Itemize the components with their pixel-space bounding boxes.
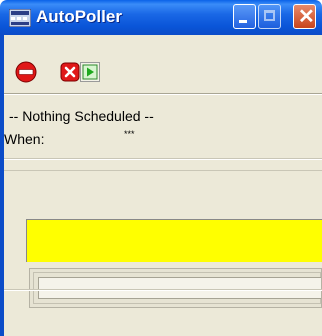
toolbar (4, 35, 322, 93)
client-area: -- Nothing Scheduled -- When: *** (4, 35, 322, 336)
status-indicator-bar (26, 219, 322, 262)
progress-bar-track (38, 277, 321, 299)
schedule-status-text: -- Nothing Scheduled -- (9, 108, 154, 124)
maximize-icon (264, 10, 275, 21)
autopoller-app-icon (9, 9, 31, 27)
schedule-separator-highlight (4, 159, 322, 160)
green-play-icon (82, 64, 98, 80)
when-value: *** (124, 129, 135, 139)
close-button[interactable]: ✕ (293, 4, 316, 29)
autopoller-window: AutoPoller ✕ -- Nothing Scheduled -- Whe… (0, 0, 322, 336)
when-label: When: (4, 131, 45, 147)
red-x-icon[interactable] (59, 61, 81, 83)
maximize-button[interactable] (258, 4, 281, 29)
bottom-separator-highlight (4, 290, 322, 291)
window-title: AutoPoller (36, 7, 122, 26)
title-bar[interactable]: AutoPoller ✕ (0, 0, 322, 35)
minimize-icon (239, 20, 247, 23)
progress-bar (29, 268, 322, 308)
start-button[interactable] (80, 62, 100, 82)
close-icon: ✕ (298, 6, 315, 28)
toolbar-separator-highlight (4, 94, 322, 95)
stop-sign-icon[interactable] (15, 61, 37, 83)
minimize-button[interactable] (233, 4, 256, 29)
status-panel-top-border (4, 170, 322, 171)
